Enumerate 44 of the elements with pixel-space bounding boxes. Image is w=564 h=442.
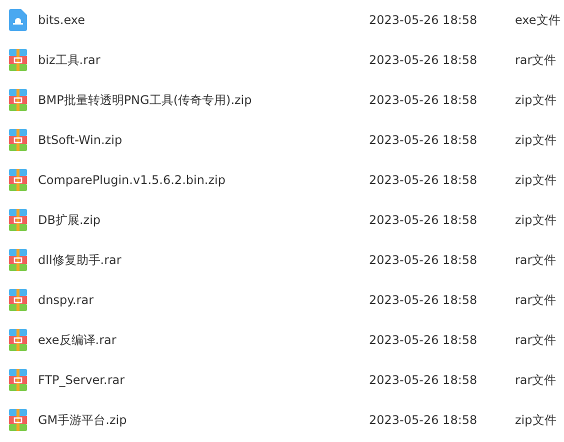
modified-date: 2023-05-26 18:58 [369,293,478,307]
modified-date: 2023-05-26 18:58 [369,373,478,387]
archive-file-icon [9,249,27,271]
modified-date: 2023-05-26 18:58 [369,333,478,347]
modified-date: 2023-05-26 18:58 [369,253,478,267]
file-type: rar文件 [515,292,556,306]
file-type: zip文件 [515,212,556,226]
file-name: bits.exe [38,13,86,27]
file-type: zip文件 [515,132,556,146]
file-name: FTP_Server.rar [38,373,125,387]
file-name: BtSoft-Win.zip [38,133,122,147]
archive-file-icon [9,209,27,231]
modified-date: 2023-05-26 18:58 [369,93,478,107]
file-type: rar文件 [515,332,556,346]
archive-file-icon [9,289,27,311]
file-type: zip文件 [515,92,556,106]
file-type: exe文件 [515,12,560,26]
archive-file-icon [9,169,27,191]
file-type: rar文件 [515,252,556,266]
archive-file-icon [9,49,27,71]
file-name: dll修复助手.rar [38,252,122,266]
modified-date: 2023-05-26 18:58 [369,13,478,27]
archive-file-icon [9,369,27,391]
archive-file-icon [9,329,27,351]
modified-date: 2023-05-26 18:58 [369,133,478,147]
file-name: BMP批量转透明PNG工具(传奇专用).zip [38,92,252,106]
file-type: rar文件 [515,372,556,386]
modified-date: 2023-05-26 18:58 [369,213,478,227]
archive-file-icon [9,89,27,111]
file-name: DB扩展.zip [38,212,101,226]
file-type: rar文件 [515,52,556,66]
file-type: zip文件 [515,172,556,186]
archive-file-icon [9,129,27,151]
modified-date: 2023-05-26 18:58 [369,413,478,427]
file-name: GM手游平台.zip [38,412,127,426]
file-name: ComparePlugin.v1.5.6.2.bin.zip [38,173,226,187]
archive-file-icon [9,409,27,431]
file-name: dnspy.rar [38,293,94,307]
executable-file-icon [9,9,27,31]
modified-date: 2023-05-26 18:58 [369,53,478,67]
file-name: exe反编译.rar [38,332,116,346]
file-type: zip文件 [515,412,556,426]
file-name: biz工具.rar [38,52,100,66]
modified-date: 2023-05-26 18:58 [369,173,478,187]
